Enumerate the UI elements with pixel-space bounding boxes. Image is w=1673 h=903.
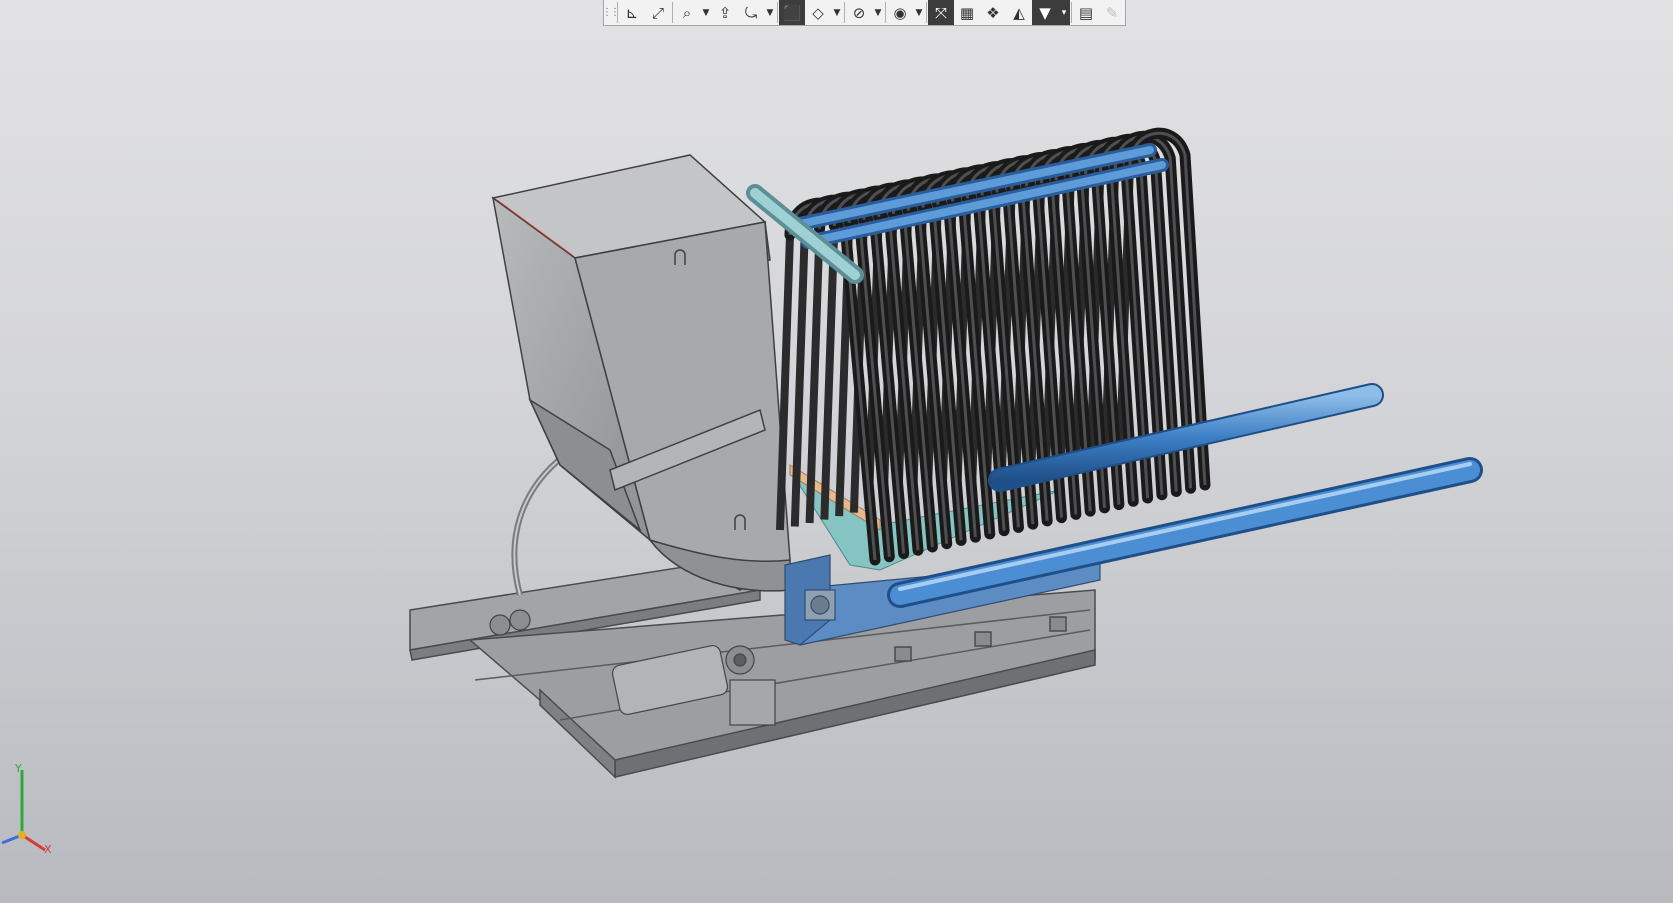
triad-x-label: X <box>44 843 52 856</box>
coordinate-triad: Y X <box>1 762 52 856</box>
hydraulic-hose[interactable] <box>511 452 567 596</box>
3d-viewport[interactable]: ⋮⋮ ⊾ ⤢ ⌕ ▼ ⇪ ⤿ ▼ ⬛ ◇ ▼ ⊘ ▼ ◉ ▼ ⤧ ▦ ❖ ◭ ▼… <box>0 0 1673 903</box>
coil-back-leg <box>776 234 794 531</box>
hopper[interactable] <box>491 154 791 592</box>
coil-back-leg <box>820 225 839 520</box>
coil-back-leg <box>805 228 824 524</box>
triad-y-label: Y <box>14 762 22 775</box>
assembly-model[interactable] <box>0 0 1673 903</box>
